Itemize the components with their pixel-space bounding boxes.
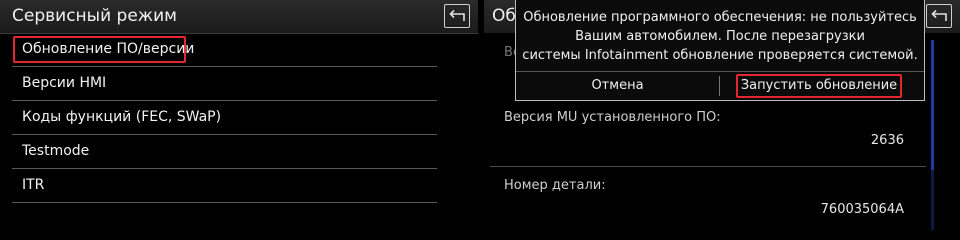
mu-version-value: 2636 — [870, 133, 904, 148]
cancel-button[interactable]: Отмена — [516, 72, 719, 100]
dialog-message: Обновление программного обеспечения: не … — [516, 8, 924, 65]
menu-item-label: ITR — [22, 177, 45, 193]
service-mode-panel: Сервисный режим Обновление ПО/версии Вер… — [0, 0, 480, 240]
menu-item-hmi-versions[interactable]: Версии HMI — [12, 67, 437, 101]
part-number-value: 760035064A — [820, 202, 904, 217]
scrollbar-thumb[interactable] — [931, 40, 934, 170]
dialog-message-line: Вашим автомобилем. После перезагрузки — [575, 29, 865, 44]
field-divider — [490, 166, 926, 167]
dialog-button-divider — [719, 76, 720, 96]
menu-item-label: Обновление ПО/версии — [22, 41, 195, 57]
page-title: Сервисный режим — [12, 6, 177, 26]
menu-item-testmode[interactable]: Testmode — [12, 135, 437, 169]
menu-item-label: Версии HMI — [22, 75, 107, 91]
update-confirm-dialog: Обновление программного обеспечения: не … — [515, 0, 925, 101]
right-page-title: Об — [492, 6, 516, 26]
right-back-button[interactable] — [926, 4, 952, 28]
back-arrow-icon — [931, 9, 947, 21]
menu-item-function-codes[interactable]: Коды функций (FEC, SWaP) — [12, 101, 437, 135]
start-update-button[interactable]: Запустить обновление — [736, 74, 902, 98]
menu-item-software-update[interactable]: Обновление ПО/версии — [12, 33, 437, 67]
title-bar: Сервисный режим — [0, 0, 478, 34]
scrollbar[interactable] — [931, 40, 934, 230]
menu-item-label: Коды функций (FEC, SWaP) — [22, 109, 222, 125]
back-arrow-icon — [449, 9, 465, 21]
mu-version-label: Версия MU установленного ПО: — [504, 110, 721, 125]
back-button[interactable] — [444, 4, 470, 28]
service-menu: Обновление ПО/версии Версии HMI Коды фун… — [12, 33, 437, 203]
part-number-label: Номер детали: — [504, 178, 606, 193]
menu-item-label: Testmode — [22, 143, 90, 159]
dialog-message-line: Обновление программного обеспечения: не … — [523, 10, 917, 25]
menu-item-itr[interactable]: ITR — [12, 169, 437, 203]
dialog-message-line: системы Infotainment обновление проверяе… — [522, 48, 918, 63]
